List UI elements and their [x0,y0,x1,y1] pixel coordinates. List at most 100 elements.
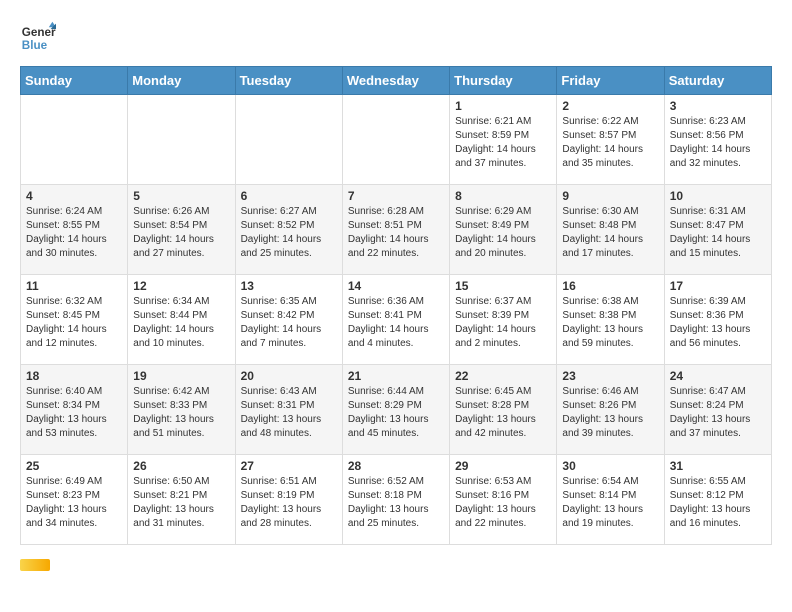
calendar-cell: 22 Sunrise: 6:45 AM Sunset: 8:28 PM Dayli… [450,365,557,455]
daylight-bar-icon [20,559,50,571]
day-number: 9 [562,189,658,203]
calendar-cell: 14 Sunrise: 6:36 AM Sunset: 8:41 PM Dayli… [342,275,449,365]
calendar-cell: 31Sunrise: 6:55 AM Sunset: 8:12 PM Dayli… [664,455,771,545]
calendar-week-row: 25 Sunrise: 6:49 AM Sunset: 8:23 PM Dayli… [21,455,772,545]
calendar-cell [21,95,128,185]
calendar-table: SundayMondayTuesdayWednesdayThursdayFrid… [20,66,772,545]
day-info: Sunrise: 6:54 AM Sunset: 8:14 PM Dayligh… [562,475,658,531]
col-header-monday: Monday [128,67,235,95]
calendar-cell: 29 Sunrise: 6:53 AM Sunset: 8:16 PM Dayli… [450,455,557,545]
calendar-cell: 20Sunrise: 6:43 AM Sunset: 8:31 PM Dayli… [235,365,342,455]
day-number: 1 [455,99,551,113]
calendar-week-row: 4 Sunrise: 6:24 AM Sunset: 8:55 PM Daylig… [21,185,772,275]
day-number: 19 [133,369,229,383]
day-number: 28 [348,459,444,473]
day-info: Sunrise: 6:23 AM Sunset: 8:56 PM Dayligh… [670,115,766,171]
col-header-tuesday: Tuesday [235,67,342,95]
day-number: 29 [455,459,551,473]
day-number: 26 [133,459,229,473]
day-number: 15 [455,279,551,293]
day-info: Sunrise: 6:45 AM Sunset: 8:28 PM Dayligh… [455,385,551,441]
calendar-cell: 26Sunrise: 6:50 AM Sunset: 8:21 PM Dayli… [128,455,235,545]
col-header-wednesday: Wednesday [342,67,449,95]
calendar-cell: 10 Sunrise: 6:31 AM Sunset: 8:47 PM Dayli… [664,185,771,275]
calendar-cell: 3 Sunrise: 6:23 AM Sunset: 8:56 PM Daylig… [664,95,771,185]
day-number: 17 [670,279,766,293]
calendar-cell [342,95,449,185]
col-header-saturday: Saturday [664,67,771,95]
day-info: Sunrise: 6:35 AM Sunset: 8:42 PM Dayligh… [241,295,337,351]
day-number: 21 [348,369,444,383]
calendar-week-row: 18Sunrise: 6:40 AM Sunset: 8:34 PM Dayli… [21,365,772,455]
calendar-cell: 7Sunrise: 6:28 AM Sunset: 8:51 PM Daylig… [342,185,449,275]
day-number: 20 [241,369,337,383]
calendar-cell: 27Sunrise: 6:51 AM Sunset: 8:19 PM Dayli… [235,455,342,545]
calendar-cell: 11 Sunrise: 6:32 AM Sunset: 8:45 PM Dayli… [21,275,128,365]
calendar-cell [128,95,235,185]
day-info: Sunrise: 6:32 AM Sunset: 8:45 PM Dayligh… [26,295,122,351]
calendar-cell: 13 Sunrise: 6:35 AM Sunset: 8:42 PM Dayli… [235,275,342,365]
calendar-cell: 30 Sunrise: 6:54 AM Sunset: 8:14 PM Dayli… [557,455,664,545]
day-info: Sunrise: 6:47 AM Sunset: 8:24 PM Dayligh… [670,385,766,441]
calendar-cell: 16 Sunrise: 6:38 AM Sunset: 8:38 PM Dayli… [557,275,664,365]
day-number: 10 [670,189,766,203]
calendar-cell: 24 Sunrise: 6:47 AM Sunset: 8:24 PM Dayli… [664,365,771,455]
day-number: 16 [562,279,658,293]
day-number: 11 [26,279,122,293]
day-number: 13 [241,279,337,293]
day-info: Sunrise: 6:55 AM Sunset: 8:12 PM Dayligh… [670,475,766,531]
day-number: 2 [562,99,658,113]
calendar-week-row: 1 Sunrise: 6:21 AM Sunset: 8:59 PM Daylig… [21,95,772,185]
calendar-cell: 5Sunrise: 6:26 AM Sunset: 8:54 PM Daylig… [128,185,235,275]
calendar-cell: 9 Sunrise: 6:30 AM Sunset: 8:48 PM Daylig… [557,185,664,275]
day-info: Sunrise: 6:34 AM Sunset: 8:44 PM Dayligh… [133,295,229,351]
calendar-cell: 23 Sunrise: 6:46 AM Sunset: 8:26 PM Dayli… [557,365,664,455]
day-info: Sunrise: 6:39 AM Sunset: 8:36 PM Dayligh… [670,295,766,351]
day-info: Sunrise: 6:29 AM Sunset: 8:49 PM Dayligh… [455,205,551,261]
day-number: 30 [562,459,658,473]
day-info: Sunrise: 6:21 AM Sunset: 8:59 PM Dayligh… [455,115,551,171]
day-info: Sunrise: 6:26 AM Sunset: 8:54 PM Dayligh… [133,205,229,261]
calendar-cell: 6 Sunrise: 6:27 AM Sunset: 8:52 PM Daylig… [235,185,342,275]
col-header-sunday: Sunday [21,67,128,95]
day-number: 25 [26,459,122,473]
col-header-friday: Friday [557,67,664,95]
day-info: Sunrise: 6:31 AM Sunset: 8:47 PM Dayligh… [670,205,766,261]
calendar-cell: 28 Sunrise: 6:52 AM Sunset: 8:18 PM Dayli… [342,455,449,545]
calendar-cell: 15 Sunrise: 6:37 AM Sunset: 8:39 PM Dayli… [450,275,557,365]
calendar-cell: 17 Sunrise: 6:39 AM Sunset: 8:36 PM Dayli… [664,275,771,365]
day-number: 18 [26,369,122,383]
daylight-note [20,559,772,571]
day-info: Sunrise: 6:24 AM Sunset: 8:55 PM Dayligh… [26,205,122,261]
day-info: Sunrise: 6:30 AM Sunset: 8:48 PM Dayligh… [562,205,658,261]
day-info: Sunrise: 6:37 AM Sunset: 8:39 PM Dayligh… [455,295,551,351]
day-info: Sunrise: 6:53 AM Sunset: 8:16 PM Dayligh… [455,475,551,531]
day-number: 23 [562,369,658,383]
day-info: Sunrise: 6:36 AM Sunset: 8:41 PM Dayligh… [348,295,444,351]
day-info: Sunrise: 6:27 AM Sunset: 8:52 PM Dayligh… [241,205,337,261]
col-header-thursday: Thursday [450,67,557,95]
day-number: 22 [455,369,551,383]
day-number: 8 [455,189,551,203]
day-number: 24 [670,369,766,383]
calendar-week-row: 11 Sunrise: 6:32 AM Sunset: 8:45 PM Dayli… [21,275,772,365]
day-info: Sunrise: 6:52 AM Sunset: 8:18 PM Dayligh… [348,475,444,531]
svg-text:General: General [22,26,56,39]
day-number: 6 [241,189,337,203]
svg-text:Blue: Blue [22,39,48,52]
day-number: 12 [133,279,229,293]
calendar-cell: 4 Sunrise: 6:24 AM Sunset: 8:55 PM Daylig… [21,185,128,275]
day-number: 4 [26,189,122,203]
calendar-cell: 21Sunrise: 6:44 AM Sunset: 8:29 PM Dayli… [342,365,449,455]
calendar-cell: 2Sunrise: 6:22 AM Sunset: 8:57 PM Daylig… [557,95,664,185]
day-number: 3 [670,99,766,113]
day-info: Sunrise: 6:38 AM Sunset: 8:38 PM Dayligh… [562,295,658,351]
calendar-cell: 12 Sunrise: 6:34 AM Sunset: 8:44 PM Dayli… [128,275,235,365]
day-info: Sunrise: 6:46 AM Sunset: 8:26 PM Dayligh… [562,385,658,441]
day-info: Sunrise: 6:51 AM Sunset: 8:19 PM Dayligh… [241,475,337,531]
header: General Blue [20,20,772,56]
day-info: Sunrise: 6:49 AM Sunset: 8:23 PM Dayligh… [26,475,122,531]
day-info: Sunrise: 6:42 AM Sunset: 8:33 PM Dayligh… [133,385,229,441]
calendar-cell [235,95,342,185]
day-number: 14 [348,279,444,293]
